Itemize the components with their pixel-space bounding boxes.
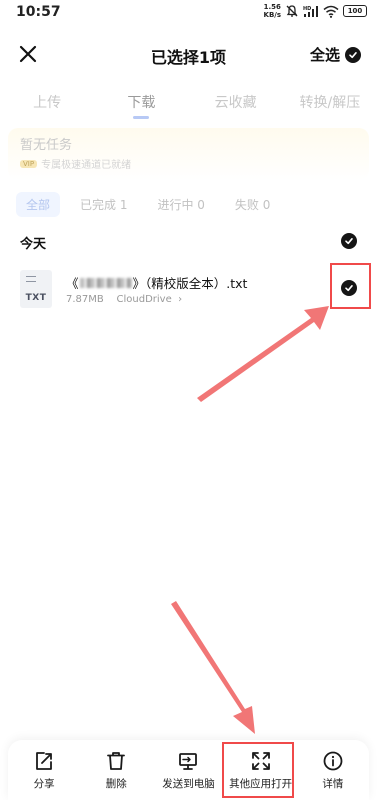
net-speed-value: 1.56 [263, 3, 281, 11]
transfer-tabs: 上传 下载 云收藏 转换/解压 [0, 86, 377, 120]
file-location[interactable]: CloudDrive [117, 294, 172, 305]
svg-text:HD: HD [303, 6, 311, 12]
section-check-icon[interactable] [341, 233, 357, 249]
net-speed: 1.56 KB/s [264, 3, 281, 19]
file-name-prefix: 《 [66, 276, 79, 291]
filter-failed[interactable]: 失败 0 [225, 192, 280, 217]
annotation-box-checkbox [330, 263, 371, 309]
tab-convert-extract[interactable]: 转换/解压 [290, 86, 370, 120]
task-banner-title: 暂无任务 [20, 138, 73, 153]
status-icons: 1.56 KB/s HD 100 [264, 3, 367, 19]
redacted-text [79, 277, 132, 288]
file-meta: 7.87MB CloudDrive › [66, 294, 182, 305]
send-to-pc-label: 发送到电脑 [162, 777, 215, 790]
delete-label: 删除 [105, 777, 127, 790]
filter-completed[interactable]: 已完成 1 [70, 192, 137, 217]
vip-badge: VIP [20, 159, 38, 168]
delete-button[interactable]: 删除 [82, 750, 150, 791]
selection-header: 已选择1项 全选 [0, 26, 377, 82]
status-bar: 10:57 1.56 KB/s HD 100 [0, 0, 377, 26]
bottom-action-bar: 分享 删除 发送到电脑 其他应用打开 详情 [8, 740, 369, 800]
share-icon [36, 751, 52, 770]
status-time: 10:57 [16, 4, 61, 20]
txt-file-icon: TXT [20, 270, 52, 308]
net-speed-unit: KB/s [263, 11, 281, 19]
send-to-pc-icon [179, 752, 198, 770]
filter-in-progress[interactable]: 进行中 0 [147, 192, 214, 217]
filter-all[interactable]: 全部 [16, 192, 61, 217]
trash-icon [107, 751, 126, 770]
file-name-suffix: 》（精校版全本）.txt [132, 276, 248, 291]
task-banner-subtitle-text: 专属极速通道已就绪 [41, 160, 132, 171]
send-to-pc-button[interactable]: 发送到电脑 [154, 750, 222, 791]
check-icon [345, 46, 361, 63]
task-banner-subtitle: VIP 专属极速通道已就绪 [20, 156, 131, 171]
file-size: 7.87MB [66, 294, 104, 305]
mute-bell-icon [286, 5, 298, 17]
tab-cloud-favorites[interactable]: 云收藏 [196, 86, 276, 120]
status-filters: 全部 已完成 1 进行中 0 失败 0 [16, 192, 280, 217]
info-icon [323, 751, 343, 770]
download-list-area: 暂无任务 VIP 专属极速通道已就绪 全部 已完成 1 进行中 0 失败 0 今… [0, 120, 377, 740]
share-label: 分享 [33, 777, 55, 790]
file-name: 《 》（精校版全本）.txt [66, 273, 247, 292]
select-all-button[interactable]: 全选 [310, 44, 361, 65]
annotation-box-open-with [222, 742, 294, 798]
details-label: 详情 [322, 777, 344, 790]
tab-download[interactable]: 下载 [101, 86, 181, 120]
list-item[interactable]: TXT 《 》（精校版全本）.txt 7.87MB CloudDrive › [0, 260, 377, 324]
details-button[interactable]: 详情 [299, 750, 367, 791]
battery-icon: 100 [343, 5, 367, 17]
share-button[interactable]: 分享 [10, 750, 78, 791]
file-type-label: TXT [25, 293, 47, 303]
task-banner: 暂无任务 VIP 专属极速通道已就绪 [8, 128, 369, 180]
chevron-right-icon: › [174, 294, 183, 305]
signal-icon: HD [303, 5, 318, 17]
select-all-label: 全选 [309, 46, 340, 64]
wifi-icon [323, 5, 339, 18]
section-header-today: 今天 [20, 237, 47, 252]
tab-upload[interactable]: 上传 [7, 86, 87, 120]
